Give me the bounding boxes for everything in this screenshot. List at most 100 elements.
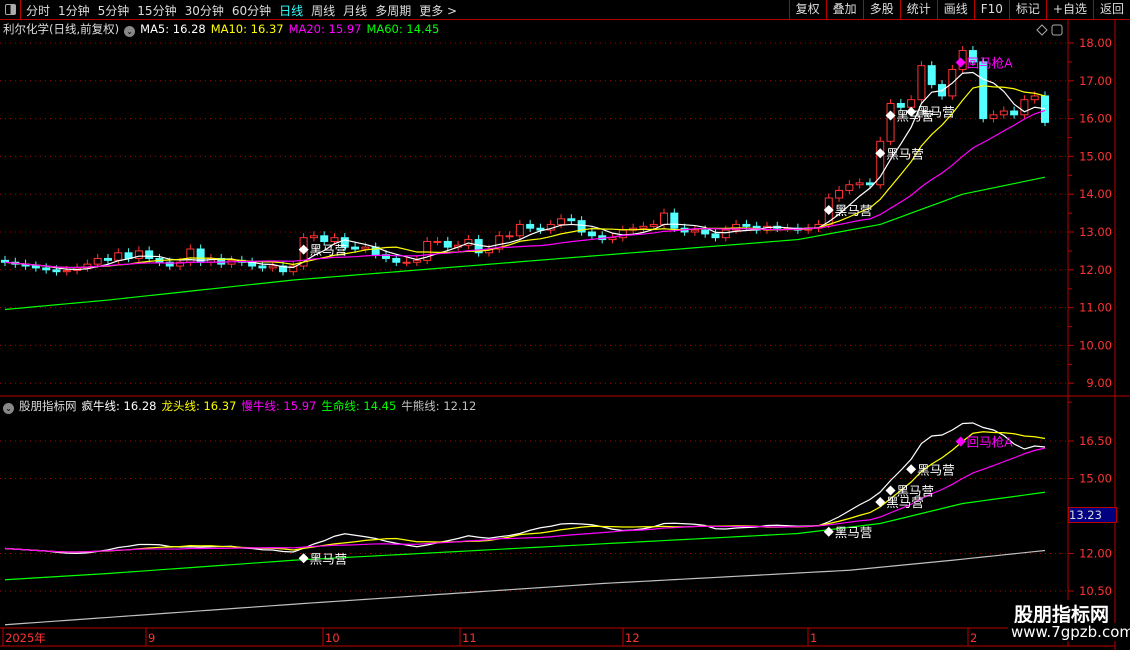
y-tick-label: 9.00 <box>1086 376 1112 390</box>
dropdown-icon[interactable]: ⌄ <box>124 26 136 37</box>
candle-body <box>31 265 40 269</box>
legend-value: MA5: 16.28 <box>140 22 206 36</box>
candle-body <box>660 212 669 225</box>
legend-value: 疯牛线: 16.28 <box>81 399 157 413</box>
candle-body <box>412 259 421 263</box>
signal-label: 黑马营 <box>835 525 873 540</box>
y-tick-label: 17.00 <box>1079 74 1112 88</box>
y-tick-label: 16.00 <box>1079 112 1112 126</box>
signal-diamond-icon <box>298 553 309 564</box>
legend-value: 牛熊线: 12.12 <box>401 399 477 413</box>
candle-body <box>402 261 411 264</box>
candle-body <box>649 223 658 227</box>
cursor-price-readout: 13.23 <box>1068 507 1117 523</box>
stock-title: 利尔化学(日线,前复权) <box>3 22 120 36</box>
candle-body <box>1010 110 1019 116</box>
y-tick-label: 16.50 <box>1079 434 1112 448</box>
y-tick-label: 11.00 <box>1079 301 1112 315</box>
candle-body <box>443 240 452 248</box>
candle-body <box>351 246 360 250</box>
candle-body <box>567 218 576 222</box>
candle-body <box>145 250 154 259</box>
x-tick-label: 10 <box>325 631 340 645</box>
candle-body <box>927 65 936 86</box>
candle-body <box>639 225 648 229</box>
candle-body <box>505 235 514 238</box>
candle-body <box>587 231 596 237</box>
signal-label: 黑马营 <box>835 203 873 218</box>
candle-body <box>330 237 339 242</box>
candle-body <box>258 265 267 269</box>
candle-body <box>309 235 318 239</box>
candle-body <box>701 229 710 235</box>
indicator-legend: ⌄ 股朋指标网 疯牛线: 16.28 龙头线: 16.37 慢牛线: 15.97 生命线:… <box>3 398 486 414</box>
signal-diamond-icon <box>823 526 834 537</box>
signal-diamond-icon <box>906 464 917 475</box>
y-tick-label: 14.00 <box>1079 187 1112 201</box>
candle-body <box>835 189 844 199</box>
candle-body <box>721 229 730 239</box>
signal-label: 黑马营 <box>897 484 935 499</box>
candle-body <box>103 257 112 261</box>
candle-body <box>1041 95 1049 123</box>
candle-body <box>876 140 885 186</box>
diamond-icon <box>1036 24 1048 36</box>
candle-body <box>93 257 102 265</box>
legend-value: 龙头线: 16.37 <box>161 399 237 413</box>
candle-body <box>608 237 617 241</box>
ma60-line <box>4 176 1046 311</box>
dropdown-icon[interactable]: ⌄ <box>3 403 14 414</box>
legend-value: MA60: 14.45 <box>366 22 440 36</box>
signal-label: 黑马营 <box>310 243 348 258</box>
main-legend: 利尔化学(日线,前复权) ⌄ MA5: 16.28 MA10: 16.37 MA20: … <box>3 21 449 37</box>
x-tick-label: 12 <box>625 631 640 645</box>
indicator-bull-bear-line <box>4 549 1046 626</box>
signal-label: 回马枪A <box>967 435 1014 450</box>
candle-body <box>989 114 998 120</box>
candle-body <box>52 269 61 273</box>
x-tick-label: 2025年 <box>5 631 46 645</box>
legend-value: 生命线: 14.45 <box>321 399 397 413</box>
candle-body <box>62 270 71 273</box>
candle-body <box>268 265 277 269</box>
signal-diamond-icon <box>955 436 966 447</box>
signal-label: 回马枪A <box>967 56 1014 71</box>
signal-label: 黑马营 <box>917 462 955 477</box>
x-tick-label: 9 <box>148 631 155 645</box>
candle-body <box>433 240 442 243</box>
signal-diamond-icon <box>875 497 886 507</box>
signal-label: 黑马营 <box>917 105 955 120</box>
chart-canvas[interactable]: 18.00 17.00 16.00 15.00 14.00 13.00 12.00 11.00… <box>0 0 1130 650</box>
candle-body <box>999 110 1008 116</box>
panel-toggle-icon <box>1051 24 1063 36</box>
candle-body <box>392 257 401 263</box>
y-tick-label: 10.50 <box>1079 584 1112 598</box>
candle-body <box>515 223 524 237</box>
indicator-title: 股朋指标网 <box>19 399 77 413</box>
candle-body <box>711 233 720 239</box>
candle-body <box>557 218 566 225</box>
y-tick-label: 15.00 <box>1079 149 1112 163</box>
signal-label: 黑马营 <box>310 551 348 566</box>
y-tick-label: 13.00 <box>1079 225 1112 239</box>
signal-label: 黑马营 <box>886 146 924 161</box>
candle-body <box>690 229 699 233</box>
y-tick-label: 18.00 <box>1079 36 1112 50</box>
y-tick-label: 12.00 <box>1079 263 1112 277</box>
candle-body <box>886 102 895 142</box>
candle-body <box>320 235 329 242</box>
legend-value: 慢牛线: 15.97 <box>241 399 317 413</box>
candle-body <box>42 267 51 271</box>
candle-body <box>618 229 627 239</box>
y-tick-label: 10.00 <box>1079 338 1112 352</box>
candle-body <box>865 182 874 186</box>
candle-body <box>1020 99 1029 116</box>
x-tick-label: 11 <box>462 631 477 645</box>
candle-body <box>896 102 905 108</box>
signal-diamond-icon <box>885 485 896 496</box>
candle-body <box>1030 95 1039 101</box>
candle-body <box>114 252 123 261</box>
watermark-url: www.7gpzb.com <box>1008 623 1130 641</box>
candle-body <box>361 246 370 250</box>
candle-body <box>670 212 679 229</box>
